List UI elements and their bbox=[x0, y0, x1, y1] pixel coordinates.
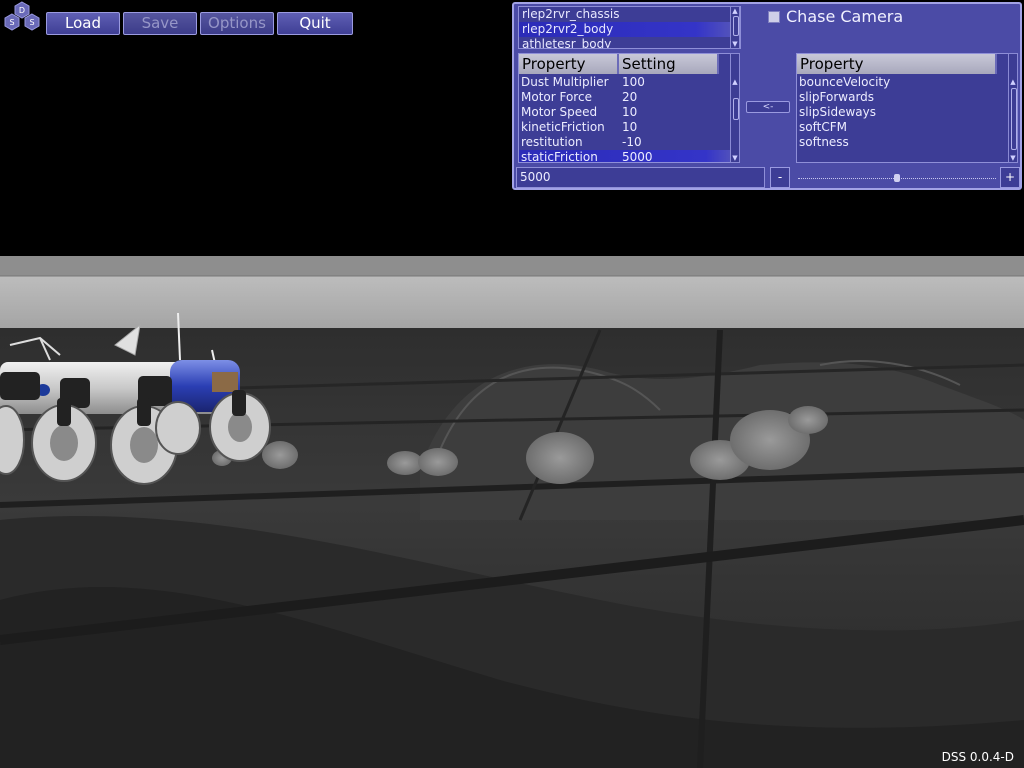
scroll-up-icon[interactable]: ▲ bbox=[1009, 78, 1017, 86]
scroll-down-icon[interactable]: ▼ bbox=[731, 40, 739, 48]
list-item[interactable]: bounceVelocity bbox=[797, 75, 1009, 90]
move-property-button[interactable]: <- bbox=[746, 101, 790, 113]
checkbox-box[interactable] bbox=[768, 10, 780, 23]
object-list-scrollbar[interactable]: ▲ ▼ bbox=[730, 6, 740, 49]
list-item[interactable]: softness bbox=[797, 135, 1009, 150]
list-item[interactable]: slipForwards bbox=[797, 90, 1009, 105]
scroll-down-icon[interactable]: ▼ bbox=[1009, 154, 1017, 162]
scroll-down-icon[interactable]: ▼ bbox=[731, 154, 739, 162]
main-toolbar: Load Save Options Quit bbox=[46, 12, 353, 35]
svg-text:S: S bbox=[29, 18, 34, 27]
list-item[interactable]: athletesr_body bbox=[519, 37, 740, 48]
chase-camera-checkbox[interactable]: Chase Camera bbox=[768, 7, 903, 26]
save-button[interactable]: Save bbox=[123, 12, 197, 35]
list-item[interactable]: slipSideways bbox=[797, 105, 1009, 120]
list-item[interactable]: softCFM bbox=[797, 120, 1009, 135]
property-editor-panel: rlep2rvr_chassis rlep2rvr2_body athletes… bbox=[512, 2, 1022, 190]
table-row[interactable]: Dust Multiplier 100 bbox=[519, 75, 739, 90]
table-row[interactable]: Motor Speed 10 bbox=[519, 105, 739, 120]
dss-logo: D S S bbox=[2, 1, 42, 31]
column-header-property[interactable]: Property bbox=[519, 54, 619, 74]
slider-knob[interactable] bbox=[894, 174, 900, 182]
scroll-thumb[interactable] bbox=[1011, 88, 1017, 150]
increment-button[interactable]: + bbox=[1000, 167, 1020, 188]
table-row[interactable]: Motor Force 20 bbox=[519, 90, 739, 105]
table-row[interactable]: restitution -10 bbox=[519, 135, 739, 150]
table-row-selected[interactable]: staticFriction 5000 bbox=[519, 150, 739, 162]
column-header-property[interactable]: Property bbox=[797, 54, 997, 74]
chase-camera-label: Chase Camera bbox=[786, 7, 904, 26]
scroll-up-icon[interactable]: ▲ bbox=[731, 78, 739, 86]
version-label: DSS 0.0.4-D bbox=[941, 750, 1014, 764]
settings-table[interactable]: Property Setting Dust Multiplier 100 Moto… bbox=[518, 53, 740, 163]
svg-text:D: D bbox=[19, 6, 25, 15]
table-row[interactable]: kineticFriction 10 bbox=[519, 120, 739, 135]
available-properties-table[interactable]: Property bounceVelocity slipForwards sli… bbox=[796, 53, 1010, 163]
column-header-setting[interactable]: Setting bbox=[619, 54, 719, 74]
svg-text:S: S bbox=[9, 18, 14, 27]
settings-table-scrollbar[interactable]: ▲ ▼ bbox=[730, 53, 740, 163]
quit-button[interactable]: Quit bbox=[277, 12, 353, 35]
list-item-selected[interactable]: rlep2rvr2_body bbox=[519, 22, 740, 37]
properties-table-scrollbar[interactable]: ▲ ▼ bbox=[1008, 53, 1018, 163]
decrement-button[interactable]: - bbox=[770, 167, 790, 188]
scroll-thumb[interactable] bbox=[733, 98, 739, 120]
scroll-thumb[interactable] bbox=[733, 16, 739, 36]
value-slider[interactable] bbox=[796, 167, 998, 188]
options-button[interactable]: Options bbox=[200, 12, 274, 35]
setting-value-input[interactable]: 5000 bbox=[516, 167, 765, 188]
object-list[interactable]: rlep2rvr_chassis rlep2rvr2_body athletes… bbox=[518, 6, 741, 49]
load-button[interactable]: Load bbox=[46, 12, 120, 35]
list-item[interactable]: rlep2rvr_chassis bbox=[519, 7, 740, 22]
scroll-up-icon[interactable]: ▲ bbox=[731, 7, 739, 15]
